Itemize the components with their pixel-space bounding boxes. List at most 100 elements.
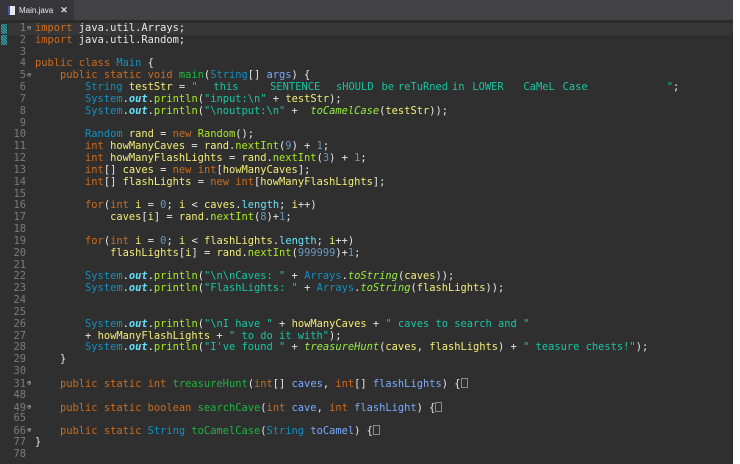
collapse-fold-icon[interactable]: ⊖	[27, 23, 35, 35]
code-line[interactable]: 48	[8, 389, 733, 402]
line-number: 14	[13, 175, 26, 188]
collapse-fold-icon[interactable]: ⊖	[27, 70, 35, 82]
code-line[interactable]: 20 flashLights[i] = rand.nextInt(999999)…	[8, 246, 733, 260]
code-token: Random	[197, 128, 236, 141]
code-token: ] =	[153, 211, 179, 224]
code-token: flashLights	[429, 341, 499, 354]
code-token: flashLights	[204, 234, 273, 247]
code-token: nextInt	[210, 211, 255, 224]
code-token: System	[85, 341, 123, 354]
expand-fold-icon[interactable]: ⊕	[27, 402, 35, 414]
code-token: ] =	[191, 246, 217, 259]
code-token: =	[153, 163, 173, 176]
code-token: caves	[110, 211, 142, 224]
line-number: 26	[13, 317, 26, 330]
code-token: testStr	[285, 92, 330, 105]
code-token: for	[85, 199, 104, 212]
code-line[interactable]: 29 }	[8, 353, 733, 366]
tab-title: Main.java	[19, 5, 54, 15]
code-token: new int	[172, 163, 217, 176]
code-text: System.out.println("I've found " + treas…	[35, 341, 648, 353]
code-token: caves	[385, 341, 417, 354]
code-token: println	[153, 317, 198, 330]
code-line[interactable]: 78	[8, 447, 733, 461]
tab-main-java[interactable]: Main.java ✕	[0, 0, 74, 20]
code-line[interactable]: 8 System.out.println("\noutput:\n" + toC…	[8, 104, 733, 118]
expand-fold-icon[interactable]: ⊕	[27, 378, 35, 390]
close-tab-icon[interactable]: ✕	[60, 5, 68, 16]
code-token: caves	[291, 377, 323, 390]
code-line[interactable]: 23 System.out.println("FlashLights: " + …	[8, 282, 733, 295]
collapsed-code-icon[interactable]	[435, 401, 443, 412]
code-token: ;	[354, 246, 361, 259]
code-token: flashLights	[110, 246, 179, 259]
code-text: int howManyCaves = rand.nextInt(9) + 1;	[35, 140, 329, 152]
code-token: for	[85, 234, 104, 247]
code-token: import	[35, 22, 73, 34]
code-token: ;	[285, 211, 292, 224]
code-line[interactable]: 65	[8, 412, 733, 425]
line-number: 65	[13, 412, 26, 425]
code-token: println	[153, 104, 198, 117]
code-text: System.out.println("\n\nCaves: " + Array…	[35, 270, 454, 282]
collapsed-code-icon[interactable]	[372, 425, 380, 436]
code-line[interactable]: 30	[8, 365, 733, 378]
code-token: System	[85, 104, 123, 117]
code-token: =	[141, 234, 161, 247]
expand-fold-icon[interactable]: ⊕	[27, 425, 35, 437]
code-token: ];	[372, 175, 386, 188]
code-token: rand	[216, 246, 242, 259]
code-text: public class Main {	[35, 57, 154, 70]
code-lines[interactable]: 1⊖ import java.util.Arrays; 2 import java.u…	[8, 22, 733, 461]
code-editor[interactable]: 1⊖ import java.util.Arrays; 2 import java.u…	[0, 22, 733, 464]
code-line[interactable]: 17 caves[i] = rand.nextInt(8)+1;	[8, 211, 733, 224]
code-line[interactable]: 14 int[] flashLights = new int[howManyFl…	[8, 175, 733, 189]
code-text: System.out.println("FlashLights: " + Arr…	[35, 282, 504, 294]
code-line[interactable]: 66⊕ public static String toCamelCase(Str…	[8, 425, 733, 437]
line-number: 2	[19, 33, 26, 46]
code-token: String	[147, 425, 192, 438]
code-token: out	[128, 104, 148, 117]
code-token: =	[141, 199, 161, 212]
code-token: rand	[203, 140, 229, 153]
code-token: howManyCaves	[110, 140, 186, 153]
collapsed-code-icon[interactable]	[460, 377, 468, 388]
code-token: cave	[291, 401, 317, 414]
code-token: caves	[122, 163, 154, 176]
code-token: ;	[279, 199, 292, 212]
code-token: nextInt	[247, 246, 292, 259]
code-text: import java.util.Random;	[35, 34, 185, 46]
code-token: "FlashLights: "	[203, 282, 298, 295]
code-text: int howManyFlashLights = rand.nextInt(3)…	[35, 152, 367, 164]
code-text: int[] flashLights = new int[howManyFlash…	[35, 176, 385, 188]
code-token: flashLights	[122, 175, 192, 188]
code-token: int	[85, 140, 111, 153]
code-token: +	[35, 329, 98, 342]
code-text: caves[i] = rand.nextInt(8)+1;	[35, 211, 292, 223]
code-line[interactable]: 28 System.out.println("I've found " + tr…	[8, 341, 733, 354]
code-line[interactable]: 2 import java.util.Random;	[8, 33, 733, 47]
code-token: toCamelCase	[310, 104, 380, 117]
code-token: length	[279, 234, 317, 247]
code-token: println	[153, 92, 198, 105]
code-text: for(int i = 0; i < flashLights.length; i…	[35, 235, 354, 247]
code-token: ];	[297, 163, 311, 176]
code-token: public static void	[60, 69, 179, 82]
code-line[interactable]: 77}	[8, 435, 733, 449]
code-token: ++)	[335, 234, 355, 247]
code-token: ,	[316, 401, 330, 414]
code-line[interactable]: 31⊕ public static int treasureHunt(int[]…	[8, 377, 733, 390]
line-number: 78	[13, 447, 26, 460]
code-line[interactable]: 24	[8, 294, 733, 307]
code-token: <	[185, 234, 204, 247]
code-token: treasureHunt	[304, 341, 380, 354]
code-token: }	[35, 435, 42, 448]
code-line[interactable]: 49⊕ public static boolean searchCave(int…	[8, 401, 733, 414]
java-file-icon	[8, 5, 15, 15]
